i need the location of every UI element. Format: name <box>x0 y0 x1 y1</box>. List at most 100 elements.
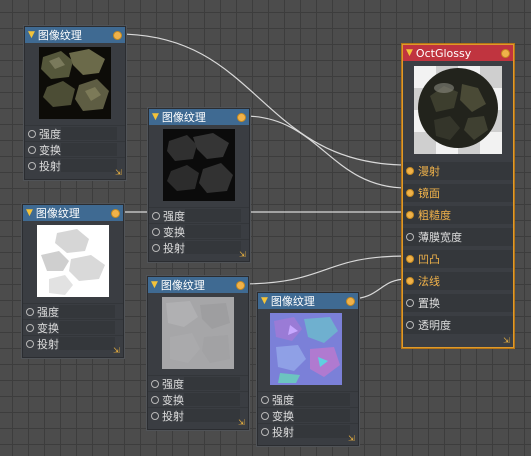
output-port[interactable] <box>501 49 510 58</box>
output-port[interactable] <box>111 209 120 218</box>
input-transform[interactable]: 变换 <box>149 223 249 239</box>
input-port-connected[interactable] <box>406 167 414 175</box>
triangle-down-icon[interactable]: ▼ <box>261 296 268 306</box>
image-texture-node-4[interactable]: ▼ 图像纹理 强度 变换 投射 ⇲ <box>147 276 249 430</box>
input-label: 变换 <box>272 409 294 423</box>
input-roughness[interactable]: 粗糙度 <box>403 204 513 226</box>
input-port[interactable] <box>26 340 34 348</box>
input-port[interactable] <box>261 428 269 436</box>
input-port[interactable] <box>28 162 36 170</box>
input-port[interactable] <box>151 396 159 404</box>
input-port[interactable] <box>261 396 269 404</box>
input-field <box>61 127 117 140</box>
input-transform[interactable]: 变换 <box>258 407 358 423</box>
input-film-width[interactable]: 薄膜宽度 <box>403 226 513 248</box>
material-preview <box>414 66 502 154</box>
image-texture-node-5[interactable]: ▼ 图像纹理 强度 变换 投射 ⇲ <box>257 292 359 446</box>
input-port-connected[interactable] <box>406 255 414 263</box>
input-bump[interactable]: 凹凸 <box>403 248 513 270</box>
resize-grip-icon[interactable]: ⇲ <box>503 337 511 345</box>
input-displacement[interactable]: 置换 <box>403 292 513 314</box>
image-texture-node-2[interactable]: ▼ 图像纹理 强度 变换 投射 ⇲ <box>148 108 250 262</box>
output-port[interactable] <box>237 113 246 122</box>
input-transform[interactable]: 变换 <box>148 391 248 407</box>
image-texture-node-1[interactable]: ▼ 图像纹理 强度 变换 投射 ⇲ <box>24 26 126 180</box>
triangle-down-icon[interactable]: ▼ <box>28 30 35 40</box>
input-port[interactable] <box>261 412 269 420</box>
input-field <box>59 337 115 350</box>
node-header[interactable]: ▼ 图像纹理 <box>258 293 358 309</box>
input-label: 薄膜宽度 <box>418 231 462 244</box>
input-port-connected[interactable] <box>406 211 414 219</box>
input-port[interactable] <box>152 244 160 252</box>
input-port[interactable] <box>28 130 36 138</box>
input-field <box>59 321 115 334</box>
input-specular[interactable]: 镜面 <box>403 182 513 204</box>
resize-grip-icon[interactable]: ⇲ <box>115 169 123 177</box>
input-projection[interactable]: 投射 <box>258 423 358 439</box>
input-port[interactable] <box>406 299 414 307</box>
octglossy-material-node[interactable]: ▼ OctGlossy 漫射 镜面 粗糙度 薄膜宽度 凹凸 法线 置换 透明度 … <box>402 44 514 348</box>
input-projection[interactable]: 投射 <box>149 239 249 255</box>
input-intensity[interactable]: 强度 <box>25 125 125 141</box>
input-port[interactable] <box>26 308 34 316</box>
node-header[interactable]: ▼ 图像纹理 <box>25 27 125 43</box>
node-header[interactable]: ▼ 图像纹理 <box>149 109 249 125</box>
resize-grip-icon[interactable]: ⇲ <box>238 419 246 427</box>
input-label: 凹凸 <box>418 253 440 266</box>
node-header[interactable]: ▼ 图像纹理 <box>148 277 248 293</box>
input-intensity[interactable]: 强度 <box>148 375 248 391</box>
input-field <box>61 159 117 172</box>
input-normal[interactable]: 法线 <box>403 270 513 292</box>
input-transform[interactable]: 变换 <box>23 319 123 335</box>
input-label: 透明度 <box>418 319 451 332</box>
input-port[interactable] <box>151 412 159 420</box>
input-label: 投射 <box>162 409 184 423</box>
wire-node4-bump <box>239 255 408 285</box>
input-port[interactable] <box>26 324 34 332</box>
input-port[interactable] <box>151 380 159 388</box>
input-port[interactable] <box>28 146 36 154</box>
input-port[interactable] <box>406 321 414 329</box>
input-label: 强度 <box>272 393 294 407</box>
resize-grip-icon[interactable]: ⇲ <box>113 347 121 355</box>
input-label: 漫射 <box>418 165 440 178</box>
image-texture-node-3[interactable]: ▼ 图像纹理 强度 变换 投射 ⇲ <box>22 204 124 358</box>
input-label: 投射 <box>163 241 185 255</box>
input-projection[interactable]: 投射 <box>25 157 125 173</box>
input-field <box>61 143 117 156</box>
input-label: 变换 <box>37 321 59 335</box>
input-projection[interactable]: 投射 <box>23 335 123 351</box>
input-label: 投射 <box>272 425 294 439</box>
input-opacity[interactable]: 透明度 <box>403 314 513 336</box>
output-port[interactable] <box>346 297 355 306</box>
input-port-connected[interactable] <box>406 189 414 197</box>
resize-grip-icon[interactable]: ⇲ <box>239 251 247 259</box>
resize-grip-icon[interactable]: ⇲ <box>348 435 356 443</box>
input-intensity[interactable]: 强度 <box>149 207 249 223</box>
triangle-down-icon[interactable]: ▼ <box>26 208 33 218</box>
triangle-down-icon[interactable]: ▼ <box>406 48 413 58</box>
input-field <box>294 409 350 422</box>
node-header[interactable]: ▼ OctGlossy <box>403 45 513 61</box>
input-label: 强度 <box>39 127 61 141</box>
input-intensity[interactable]: 强度 <box>258 391 358 407</box>
node-header[interactable]: ▼ 图像纹理 <box>23 205 123 221</box>
input-label: 法线 <box>418 275 440 288</box>
input-diffuse[interactable]: 漫射 <box>403 160 513 182</box>
input-label: 置换 <box>418 297 440 310</box>
input-projection[interactable]: 投射 <box>148 407 248 423</box>
node-title: 图像纹理 <box>35 207 80 220</box>
input-intensity[interactable]: 强度 <box>23 303 123 319</box>
input-port-connected[interactable] <box>406 277 414 285</box>
input-field <box>184 377 240 390</box>
output-port[interactable] <box>113 31 122 40</box>
input-label: 投射 <box>37 337 59 351</box>
input-port[interactable] <box>152 212 160 220</box>
output-port[interactable] <box>236 281 245 290</box>
input-port[interactable] <box>152 228 160 236</box>
triangle-down-icon[interactable]: ▼ <box>151 280 158 290</box>
input-transform[interactable]: 变换 <box>25 141 125 157</box>
triangle-down-icon[interactable]: ▼ <box>152 112 159 122</box>
input-port[interactable] <box>406 233 414 241</box>
